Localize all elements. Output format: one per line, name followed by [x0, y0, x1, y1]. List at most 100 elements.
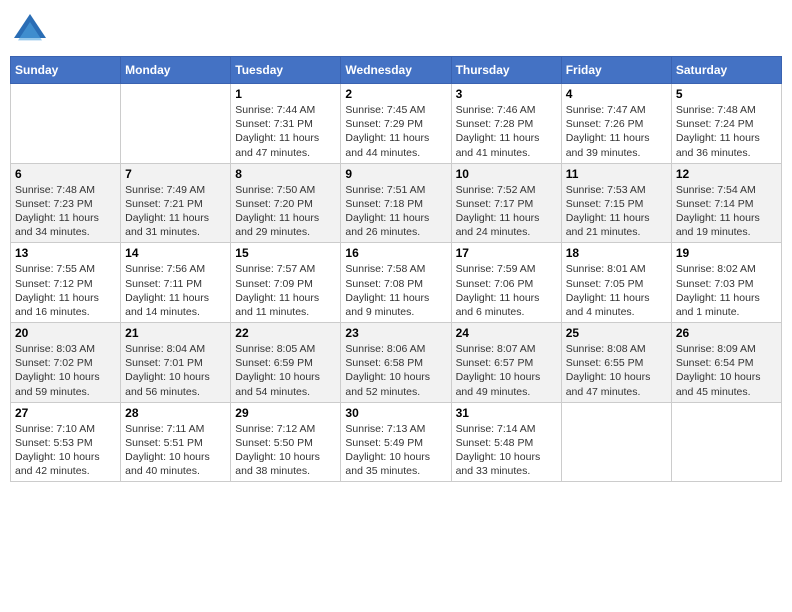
day-number: 12	[676, 167, 777, 181]
day-cell: 6 Sunrise: 7:48 AM Sunset: 7:23 PM Daylig…	[11, 163, 121, 243]
day-number: 18	[566, 246, 667, 260]
day-number: 21	[125, 326, 226, 340]
day-number: 23	[345, 326, 446, 340]
week-row-2: 6 Sunrise: 7:48 AM Sunset: 7:23 PM Daylig…	[11, 163, 782, 243]
week-row-1: 1 Sunrise: 7:44 AM Sunset: 7:31 PM Daylig…	[11, 84, 782, 164]
day-cell	[671, 402, 781, 482]
day-info: Sunrise: 7:49 AM Sunset: 7:21 PM Dayligh…	[125, 183, 226, 240]
day-info: Sunrise: 7:44 AM Sunset: 7:31 PM Dayligh…	[235, 103, 336, 160]
day-number: 26	[676, 326, 777, 340]
day-info: Sunrise: 7:56 AM Sunset: 7:11 PM Dayligh…	[125, 262, 226, 319]
day-cell: 21 Sunrise: 8:04 AM Sunset: 7:01 PM Dayli…	[121, 323, 231, 403]
day-cell: 29Sunrise: 7:12 AM Sunset: 5:50 PM Dayli…	[231, 402, 341, 482]
day-cell: 8 Sunrise: 7:50 AM Sunset: 7:20 PM Daylig…	[231, 163, 341, 243]
day-number: 16	[345, 246, 446, 260]
day-info: Sunrise: 7:54 AM Sunset: 7:14 PM Dayligh…	[676, 183, 777, 240]
day-cell: 2 Sunrise: 7:45 AM Sunset: 7:29 PM Daylig…	[341, 84, 451, 164]
day-info: Sunrise: 7:47 AM Sunset: 7:26 PM Dayligh…	[566, 103, 667, 160]
day-info: Sunrise: 8:04 AM Sunset: 7:01 PM Dayligh…	[125, 342, 226, 399]
day-cell: 25 Sunrise: 8:08 AM Sunset: 6:55 PM Dayli…	[561, 323, 671, 403]
day-number: 2	[345, 87, 446, 101]
day-cell: 17 Sunrise: 7:59 AM Sunset: 7:06 PM Dayli…	[451, 243, 561, 323]
day-number: 31	[456, 406, 557, 420]
day-cell: 12 Sunrise: 7:54 AM Sunset: 7:14 PM Dayli…	[671, 163, 781, 243]
day-info: Sunrise: 7:58 AM Sunset: 7:08 PM Dayligh…	[345, 262, 446, 319]
calendar-table: SundayMondayTuesdayWednesdayThursdayFrid…	[10, 56, 782, 482]
day-number: 13	[15, 246, 116, 260]
day-number: 30	[345, 406, 446, 420]
week-row-3: 13 Sunrise: 7:55 AM Sunset: 7:12 PM Dayli…	[11, 243, 782, 323]
day-number: 19	[676, 246, 777, 260]
header-wednesday: Wednesday	[341, 57, 451, 84]
day-cell: 28Sunrise: 7:11 AM Sunset: 5:51 PM Dayli…	[121, 402, 231, 482]
day-info: Sunrise: 8:06 AM Sunset: 6:58 PM Dayligh…	[345, 342, 446, 399]
day-cell: 7 Sunrise: 7:49 AM Sunset: 7:21 PM Daylig…	[121, 163, 231, 243]
day-cell: 18 Sunrise: 8:01 AM Sunset: 7:05 PM Dayli…	[561, 243, 671, 323]
day-info: Sunrise: 8:02 AM Sunset: 7:03 PM Dayligh…	[676, 262, 777, 319]
day-number: 17	[456, 246, 557, 260]
day-number: 5	[676, 87, 777, 101]
day-info: Sunrise: 8:07 AM Sunset: 6:57 PM Dayligh…	[456, 342, 557, 399]
day-cell: 4 Sunrise: 7:47 AM Sunset: 7:26 PM Daylig…	[561, 84, 671, 164]
day-number: 6	[15, 167, 116, 181]
day-cell: 5 Sunrise: 7:48 AM Sunset: 7:24 PM Daylig…	[671, 84, 781, 164]
day-number: 14	[125, 246, 226, 260]
day-number: 11	[566, 167, 667, 181]
calendar-header: SundayMondayTuesdayWednesdayThursdayFrid…	[11, 57, 782, 84]
header-tuesday: Tuesday	[231, 57, 341, 84]
day-number: 3	[456, 87, 557, 101]
day-info: Sunrise: 7:55 AM Sunset: 7:12 PM Dayligh…	[15, 262, 116, 319]
page-header	[10, 10, 782, 50]
day-info: Sunrise: 7:48 AM Sunset: 7:24 PM Dayligh…	[676, 103, 777, 160]
calendar-body: 1 Sunrise: 7:44 AM Sunset: 7:31 PM Daylig…	[11, 84, 782, 482]
day-cell	[561, 402, 671, 482]
day-cell: 13 Sunrise: 7:55 AM Sunset: 7:12 PM Dayli…	[11, 243, 121, 323]
day-cell: 9 Sunrise: 7:51 AM Sunset: 7:18 PM Daylig…	[341, 163, 451, 243]
day-number: 7	[125, 167, 226, 181]
day-cell: 27Sunrise: 7:10 AM Sunset: 5:53 PM Dayli…	[11, 402, 121, 482]
day-cell	[11, 84, 121, 164]
day-info: Sunrise: 7:50 AM Sunset: 7:20 PM Dayligh…	[235, 183, 336, 240]
day-cell: 31 Sunrise: 7:14 AM Sunset: 5:48 PM Dayli…	[451, 402, 561, 482]
day-number: 10	[456, 167, 557, 181]
day-cell: 30Sunrise: 7:13 AM Sunset: 5:49 PM Dayli…	[341, 402, 451, 482]
day-info: Sunrise: 8:08 AM Sunset: 6:55 PM Dayligh…	[566, 342, 667, 399]
day-number: 20	[15, 326, 116, 340]
header-monday: Monday	[121, 57, 231, 84]
day-number: 24	[456, 326, 557, 340]
day-cell	[121, 84, 231, 164]
day-info: Sunrise: 7:59 AM Sunset: 7:06 PM Dayligh…	[456, 262, 557, 319]
day-cell: 10 Sunrise: 7:52 AM Sunset: 7:17 PM Dayli…	[451, 163, 561, 243]
header-friday: Friday	[561, 57, 671, 84]
day-cell: 14 Sunrise: 7:56 AM Sunset: 7:11 PM Dayli…	[121, 243, 231, 323]
day-cell: 20 Sunrise: 8:03 AM Sunset: 7:02 PM Dayli…	[11, 323, 121, 403]
header-sunday: Sunday	[11, 57, 121, 84]
day-info: Sunrise: 8:01 AM Sunset: 7:05 PM Dayligh…	[566, 262, 667, 319]
day-number: 4	[566, 87, 667, 101]
day-info: Sunrise: 7:48 AM Sunset: 7:23 PM Dayligh…	[15, 183, 116, 240]
day-info: Sunrise: 7:46 AM Sunset: 7:28 PM Dayligh…	[456, 103, 557, 160]
day-info: Sunrise: 7:11 AM Sunset: 5:51 PM Dayligh…	[125, 422, 226, 479]
day-info: Sunrise: 7:52 AM Sunset: 7:17 PM Dayligh…	[456, 183, 557, 240]
day-number: 9	[345, 167, 446, 181]
day-info: Sunrise: 7:45 AM Sunset: 7:29 PM Dayligh…	[345, 103, 446, 160]
header-saturday: Saturday	[671, 57, 781, 84]
logo-icon	[10, 10, 50, 50]
header-row: SundayMondayTuesdayWednesdayThursdayFrid…	[11, 57, 782, 84]
day-info: Sunrise: 8:05 AM Sunset: 6:59 PM Dayligh…	[235, 342, 336, 399]
day-number: 8	[235, 167, 336, 181]
day-cell: 22Sunrise: 8:05 AM Sunset: 6:59 PM Dayli…	[231, 323, 341, 403]
day-info: Sunrise: 8:03 AM Sunset: 7:02 PM Dayligh…	[15, 342, 116, 399]
week-row-5: 27Sunrise: 7:10 AM Sunset: 5:53 PM Dayli…	[11, 402, 782, 482]
day-number: 15	[235, 246, 336, 260]
day-cell: 16 Sunrise: 7:58 AM Sunset: 7:08 PM Dayli…	[341, 243, 451, 323]
day-info: Sunrise: 7:14 AM Sunset: 5:48 PM Dayligh…	[456, 422, 557, 479]
day-number: 25	[566, 326, 667, 340]
week-row-4: 20 Sunrise: 8:03 AM Sunset: 7:02 PM Dayli…	[11, 323, 782, 403]
day-cell: 24 Sunrise: 8:07 AM Sunset: 6:57 PM Dayli…	[451, 323, 561, 403]
day-cell: 23 Sunrise: 8:06 AM Sunset: 6:58 PM Dayli…	[341, 323, 451, 403]
day-cell: 15Sunrise: 7:57 AM Sunset: 7:09 PM Dayli…	[231, 243, 341, 323]
day-info: Sunrise: 7:51 AM Sunset: 7:18 PM Dayligh…	[345, 183, 446, 240]
day-number: 1	[235, 87, 336, 101]
day-info: Sunrise: 7:10 AM Sunset: 5:53 PM Dayligh…	[15, 422, 116, 479]
